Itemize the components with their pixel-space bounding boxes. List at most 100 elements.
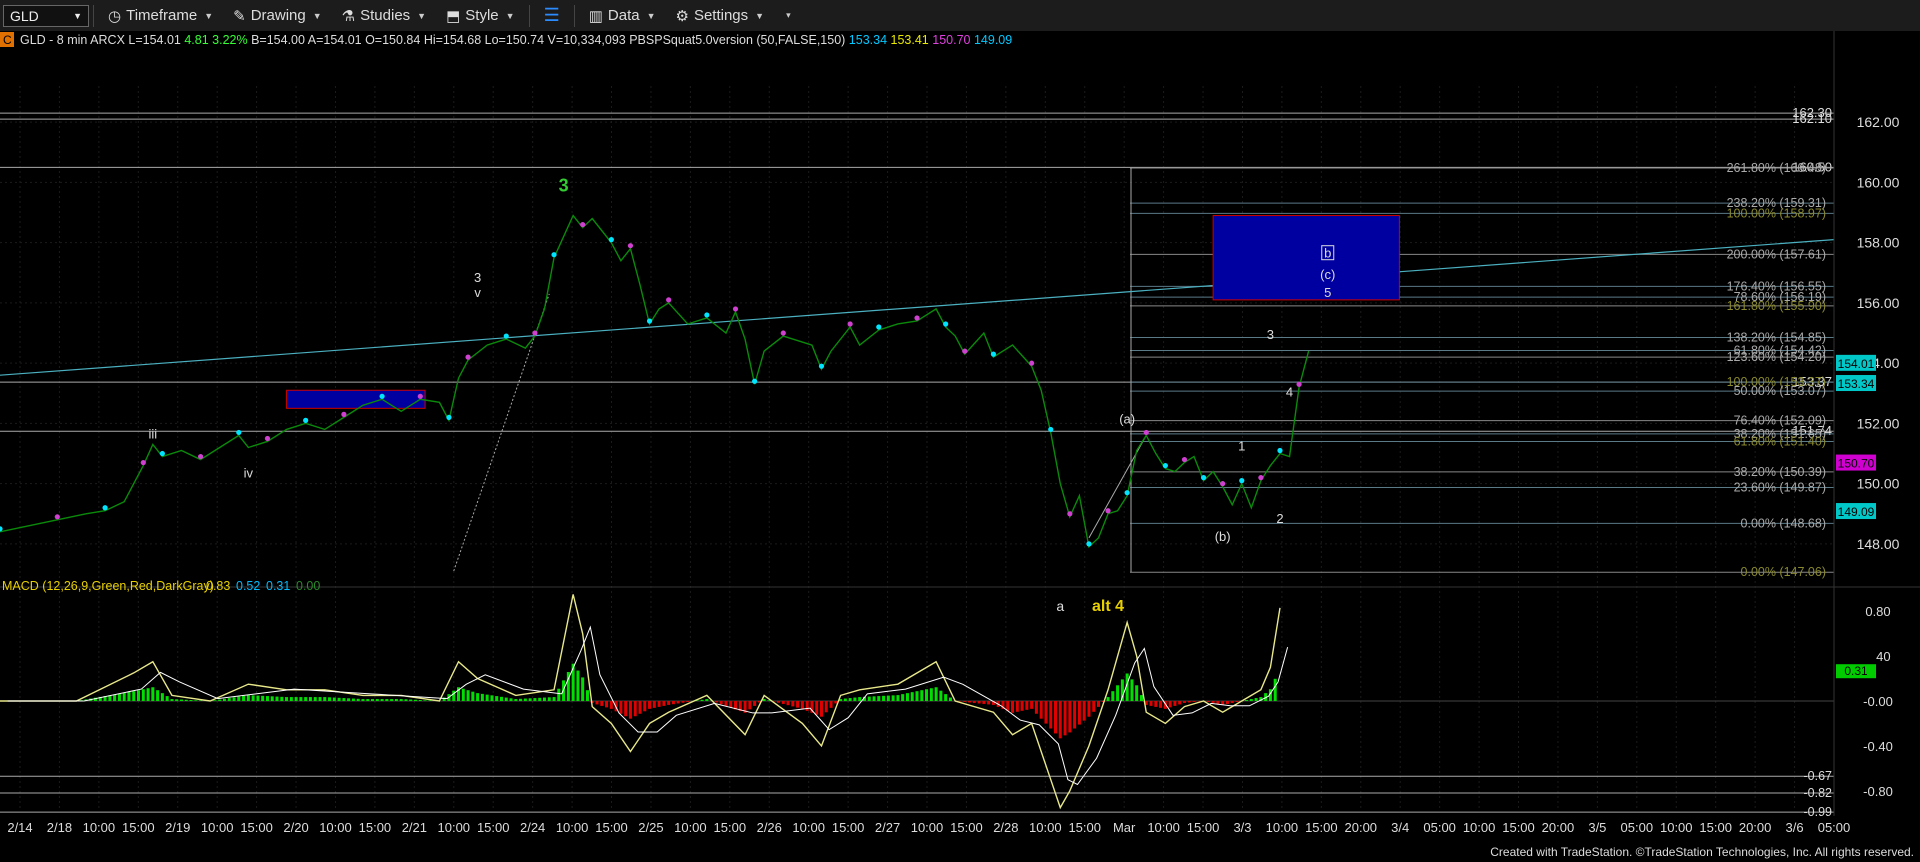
x-tick-label: Mar xyxy=(1113,820,1136,835)
x-tick-label: 15:00 xyxy=(359,820,392,835)
macd-level-label: -0.99 xyxy=(1804,805,1833,819)
x-tick-label: 15:00 xyxy=(714,820,747,835)
macd-value: 0.52 xyxy=(236,579,260,593)
header-field: V=10,334,093 xyxy=(544,33,626,47)
settings-label: Settings xyxy=(693,7,749,24)
signal-dot xyxy=(1200,475,1207,481)
macd-title: MACD (12,26,9,Green,Red,DarkGray) xyxy=(2,579,214,593)
signal-dot xyxy=(847,321,853,327)
x-tick-label: 3/4 xyxy=(1391,820,1409,835)
x-tick-label: 10:00 xyxy=(1147,820,1180,835)
macd-value: 0.83 xyxy=(206,579,230,593)
price-tag-label: 154.01 xyxy=(1838,357,1875,371)
wave-label: v xyxy=(474,285,481,300)
signal-dot xyxy=(503,333,509,339)
data-label: Data xyxy=(607,7,640,24)
price-chart[interactable]: C GLD - 8 min ARCX L=154.01 4.81 3.22% B… xyxy=(0,31,1920,843)
signal-dot xyxy=(417,393,423,399)
copyright-footer: Created with TradeStation. ©TradeStation… xyxy=(1490,845,1914,859)
x-tick-label: 2/26 xyxy=(757,820,782,835)
signal-dot xyxy=(666,297,672,303)
signal-dot xyxy=(1143,429,1149,436)
flask-icon: ⚗ xyxy=(341,7,356,25)
x-tick-label: 2/28 xyxy=(993,820,1018,835)
wave-label: 5 xyxy=(1324,285,1331,300)
signal-dot xyxy=(159,450,165,457)
signal-dot xyxy=(1105,508,1111,514)
fib-label: 23.60% (149.87) xyxy=(1734,481,1826,495)
header-text: GLD - 8 min ARCX L=154.01 4.81 3.22% B=1… xyxy=(20,33,1012,47)
level-label: 162.10 xyxy=(1792,111,1832,126)
drawing-label: Drawing xyxy=(250,7,306,24)
wave-label: 3 xyxy=(559,175,569,195)
signal-dot xyxy=(1048,426,1054,433)
price-tag-label: 150.70 xyxy=(1838,457,1875,471)
x-tick-label: 3/3 xyxy=(1233,820,1251,835)
fib-label: 161.80% (155.90) xyxy=(1727,299,1826,313)
layout-button[interactable]: ☰ xyxy=(534,0,570,31)
studies-label: Studies xyxy=(360,7,411,24)
signal-dot xyxy=(1296,381,1302,387)
fib-label: 0.00% (148.68) xyxy=(1741,516,1826,530)
fib-label: 38.20% (150.39) xyxy=(1734,465,1826,479)
header-field: 153.34 xyxy=(845,33,887,47)
signal-dot xyxy=(303,417,309,423)
data-button[interactable]: ▥ Data ▼ xyxy=(579,0,666,31)
wave-label: iii xyxy=(148,426,157,441)
x-tick-label: 2/21 xyxy=(402,820,427,835)
header-field: 150.70 xyxy=(929,33,971,47)
wave-label: iv xyxy=(244,466,254,481)
chevron-down-icon[interactable]: ▼ xyxy=(73,11,82,21)
chart-header: C GLD - 8 min ARCX L=154.01 4.81 3.22% B… xyxy=(0,32,1012,47)
timeframe-button[interactable]: ◷ Timeframe ▼ xyxy=(98,0,223,31)
macd-annotation: a xyxy=(1056,598,1064,614)
signal-dot xyxy=(1258,475,1264,481)
header-field: GLD - 8 min xyxy=(20,33,87,47)
x-tick-label: 15:00 xyxy=(1502,820,1535,835)
x-tick-label: 20:00 xyxy=(1739,820,1772,835)
x-tick-label: 2/25 xyxy=(638,820,663,835)
symbol-input[interactable]: GLD ▼ xyxy=(3,4,89,27)
signal-dot xyxy=(197,453,204,460)
signal-dot xyxy=(1277,447,1283,454)
x-tick-label: 05:00 xyxy=(1818,820,1851,835)
header-field: O=150.84 xyxy=(362,33,421,47)
more-button[interactable]: ▾ xyxy=(774,0,801,31)
macd-y-tick: -0.40 xyxy=(1863,739,1893,754)
gear-icon: ⚙ xyxy=(675,7,689,25)
caret-down-icon: ▾ xyxy=(786,10,791,20)
fib-label: 61.80% (151.40) xyxy=(1734,434,1826,448)
y-tick-label: 148.00 xyxy=(1857,536,1900,552)
wave-label: 2 xyxy=(1276,511,1283,526)
macd-value: 0.31 xyxy=(266,579,290,593)
header-field: L=154.01 xyxy=(125,33,181,47)
header-field: ARCX xyxy=(87,33,125,47)
signal-dot xyxy=(990,351,997,357)
y-tick-label: 160.00 xyxy=(1857,174,1900,190)
fib-label: 261.80% (160.48) xyxy=(1727,161,1826,175)
settings-button[interactable]: ⚙ Settings ▼ xyxy=(666,0,775,31)
x-tick-label: 10:00 xyxy=(1266,820,1299,835)
caret-down-icon: ▼ xyxy=(646,10,656,21)
style-button[interactable]: ⬒ Style ▼ xyxy=(436,0,524,31)
timeframe-label: Timeframe xyxy=(126,7,198,24)
signal-dot xyxy=(780,330,786,336)
signal-dot xyxy=(1220,481,1226,487)
clock-icon: ◷ xyxy=(108,7,122,25)
signal-dot xyxy=(446,414,452,420)
signal-dot xyxy=(752,378,758,384)
x-tick-label: 3/5 xyxy=(1588,820,1606,835)
signal-dot xyxy=(646,318,653,324)
macd-annotation: alt 4 xyxy=(1092,598,1124,615)
target-box xyxy=(1212,215,1400,301)
x-tick-label: 05:00 xyxy=(1423,820,1456,835)
x-tick-label: 15:00 xyxy=(1699,820,1732,835)
x-tick-label: 10:00 xyxy=(556,820,589,835)
x-tick-label: 10:00 xyxy=(201,820,234,835)
style-label: Style xyxy=(465,7,499,24)
drawing-button[interactable]: ✎ Drawing ▼ xyxy=(223,0,332,31)
x-tick-label: 15:00 xyxy=(950,820,983,835)
x-tick-label: 2/20 xyxy=(283,820,308,835)
x-tick-label: 15:00 xyxy=(832,820,865,835)
studies-button[interactable]: ⚗ Studies ▼ xyxy=(332,0,436,31)
